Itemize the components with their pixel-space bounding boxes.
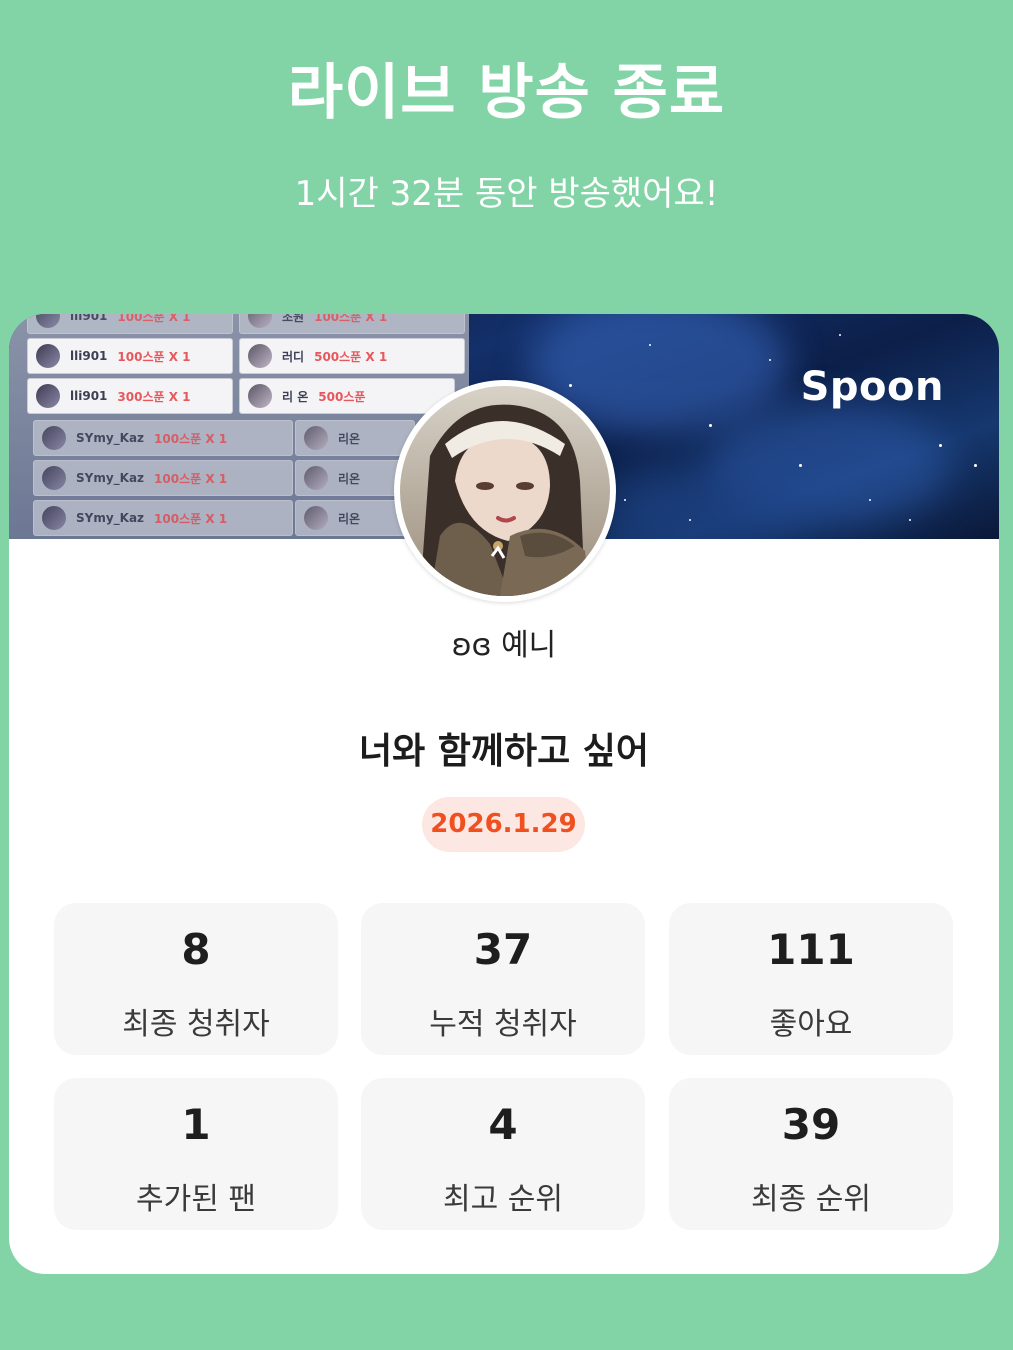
avatar [42,506,66,530]
avatar [304,506,328,530]
gift-row: 리 온 500스푼 [239,378,455,414]
stat-value: 4 [488,1100,518,1149]
stat-label: 좋아요 [769,1007,853,1042]
gift-row: 조원 100스푼 X 1 [239,314,465,334]
avatar [304,426,328,450]
stat-final-listeners: 8 최종 청취자 [54,903,338,1055]
stat-new-fans: 1 추가된 팬 [54,1078,338,1230]
broadcast-duration: 1시간 32분 동안 방송했어요! [294,174,719,214]
gift-row: 리온 [295,420,415,456]
page-title: 라이브 방송 종료 [287,58,726,128]
avatar [36,344,60,368]
stat-label: 누적 청취자 [429,1007,577,1042]
broadcast-title: 너와 함께하고 싶어 [358,731,650,772]
dj-name: ʚɞ 예니 [451,628,557,663]
stat-best-rank: 4 최고 순위 [361,1078,645,1230]
stat-value: 37 [473,925,533,974]
avatar [42,426,66,450]
stat-value: 39 [781,1100,841,1149]
stat-label: 추가된 팬 [136,1182,256,1217]
gift-row: lli901 100스푼 X 1 [27,338,233,374]
stat-likes: 111 좋아요 [669,903,953,1055]
summary-card: lli901 100스푼 X 1 조원 100스푼 X 1 lli901 100… [9,314,999,1274]
gift-row: 러디 500스푼 X 1 [239,338,465,374]
avatar [248,314,272,328]
stat-value: 8 [181,925,211,974]
profile-photo-icon [400,386,610,596]
avatar [248,384,272,408]
avatar [248,344,272,368]
broadcast-date-badge: 2026.1.29 [422,797,585,852]
stat-value: 1 [181,1100,211,1149]
avatar [36,314,60,328]
avatar [42,466,66,490]
gift-row: lli901 300스푼 X 1 [27,378,233,414]
avatar [304,466,328,490]
stat-label: 최고 순위 [443,1182,563,1217]
stat-label: 최종 순위 [751,1182,871,1217]
gift-row: SYmy_Kaz 100스푼 X 1 [33,420,293,456]
stat-value: 111 [767,925,855,974]
dj-avatar[interactable] [394,380,616,602]
gift-row: lli901 100스푼 X 1 [27,314,233,334]
avatar [36,384,60,408]
stat-final-rank: 39 최종 순위 [669,1078,953,1230]
gift-row: SYmy_Kaz 100스푼 X 1 [33,460,293,496]
gift-row: SYmy_Kaz 100스푼 X 1 [33,500,293,536]
stat-label: 최종 청취자 [122,1007,270,1042]
spoon-logo: Spoon [800,364,944,410]
stat-total-listeners: 37 누적 청취자 [361,903,645,1055]
